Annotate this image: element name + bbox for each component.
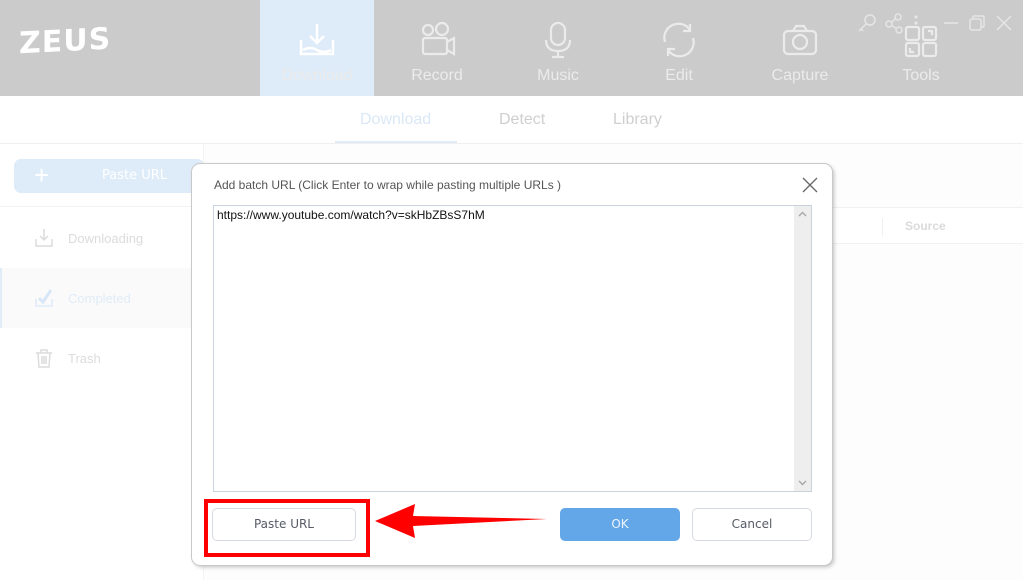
tab-library[interactable]: Library — [613, 111, 662, 129]
nav-download[interactable]: Download — [260, 0, 374, 96]
nav-download-label: Download — [281, 67, 353, 84]
sidebar-item-trash[interactable]: Trash — [0, 328, 204, 388]
checkmark-icon — [35, 289, 53, 307]
scroll-down-icon[interactable] — [794, 474, 811, 491]
sidebar-item-label: Completed — [68, 291, 131, 306]
dialog-title: Add batch URL (Click Enter to wrap while… — [214, 178, 562, 192]
video-camera-icon — [421, 21, 456, 56]
tools-grid-icon — [904, 25, 938, 58]
ok-button[interactable]: OK — [560, 508, 680, 541]
vertical-scrollbar[interactable] — [794, 206, 811, 491]
refresh-cycle-icon — [663, 22, 695, 58]
scroll-up-icon[interactable] — [794, 206, 811, 223]
active-tab-underline — [335, 141, 457, 143]
dialog-close-icon[interactable] — [801, 176, 819, 194]
top-header: ZEUS Download Record Music Edit Capture … — [0, 0, 1023, 96]
key-icon[interactable] — [856, 12, 878, 34]
share-icon[interactable] — [884, 12, 906, 34]
tab-download[interactable]: Download — [360, 111, 431, 129]
nav-tools-label: Tools — [902, 67, 940, 84]
sidebar-item-completed[interactable]: Completed — [0, 268, 204, 328]
sidebar: + Paste URL Downloading Completed Trash — [0, 144, 204, 580]
camera-icon — [782, 24, 818, 56]
zeus-app-window: ZEUS Download Record Music Edit Capture … — [0, 0, 1023, 580]
minimize-icon[interactable] — [940, 12, 962, 34]
close-icon[interactable] — [993, 12, 1015, 34]
nav-record-label: Record — [411, 67, 463, 84]
url-textarea[interactable] — [214, 206, 794, 491]
sub-tab-bar: Download Detect Library — [0, 96, 1023, 144]
sidebar-paste-url-button[interactable]: + Paste URL — [14, 159, 204, 193]
nav-edit-label: Edit — [665, 67, 693, 84]
microphone-icon — [544, 21, 572, 59]
column-divider — [882, 218, 883, 236]
nav-music-label: Music — [537, 67, 579, 84]
nav-music[interactable]: Music — [501, 0, 615, 96]
download-tray-icon — [299, 24, 335, 56]
plus-icon: + — [34, 160, 50, 190]
tab-detect[interactable]: Detect — [499, 111, 545, 129]
sidebar-item-label: Downloading — [68, 231, 144, 246]
annotation-highlight-box — [204, 499, 370, 557]
nav-edit[interactable]: Edit — [622, 0, 736, 96]
trash-icon — [36, 349, 52, 368]
cancel-button[interactable]: Cancel — [692, 508, 812, 541]
menu-dots-icon[interactable] — [912, 14, 920, 36]
nav-record[interactable]: Record — [380, 0, 494, 96]
download-icon — [35, 229, 53, 247]
sidebar-divider — [0, 206, 204, 207]
sidebar-paste-url-label: Paste URL — [102, 168, 168, 183]
url-textarea-container — [213, 205, 812, 492]
annotation-arrow-icon — [375, 504, 547, 538]
restore-icon[interactable] — [966, 12, 988, 34]
column-header-source[interactable]: Source — [905, 219, 946, 233]
nav-capture[interactable]: Capture — [743, 0, 857, 96]
nav-capture-label: Capture — [771, 67, 829, 84]
app-logo: ZEUS — [19, 21, 112, 62]
sidebar-item-label: Trash — [68, 351, 101, 366]
sidebar-item-downloading[interactable]: Downloading — [0, 208, 204, 268]
